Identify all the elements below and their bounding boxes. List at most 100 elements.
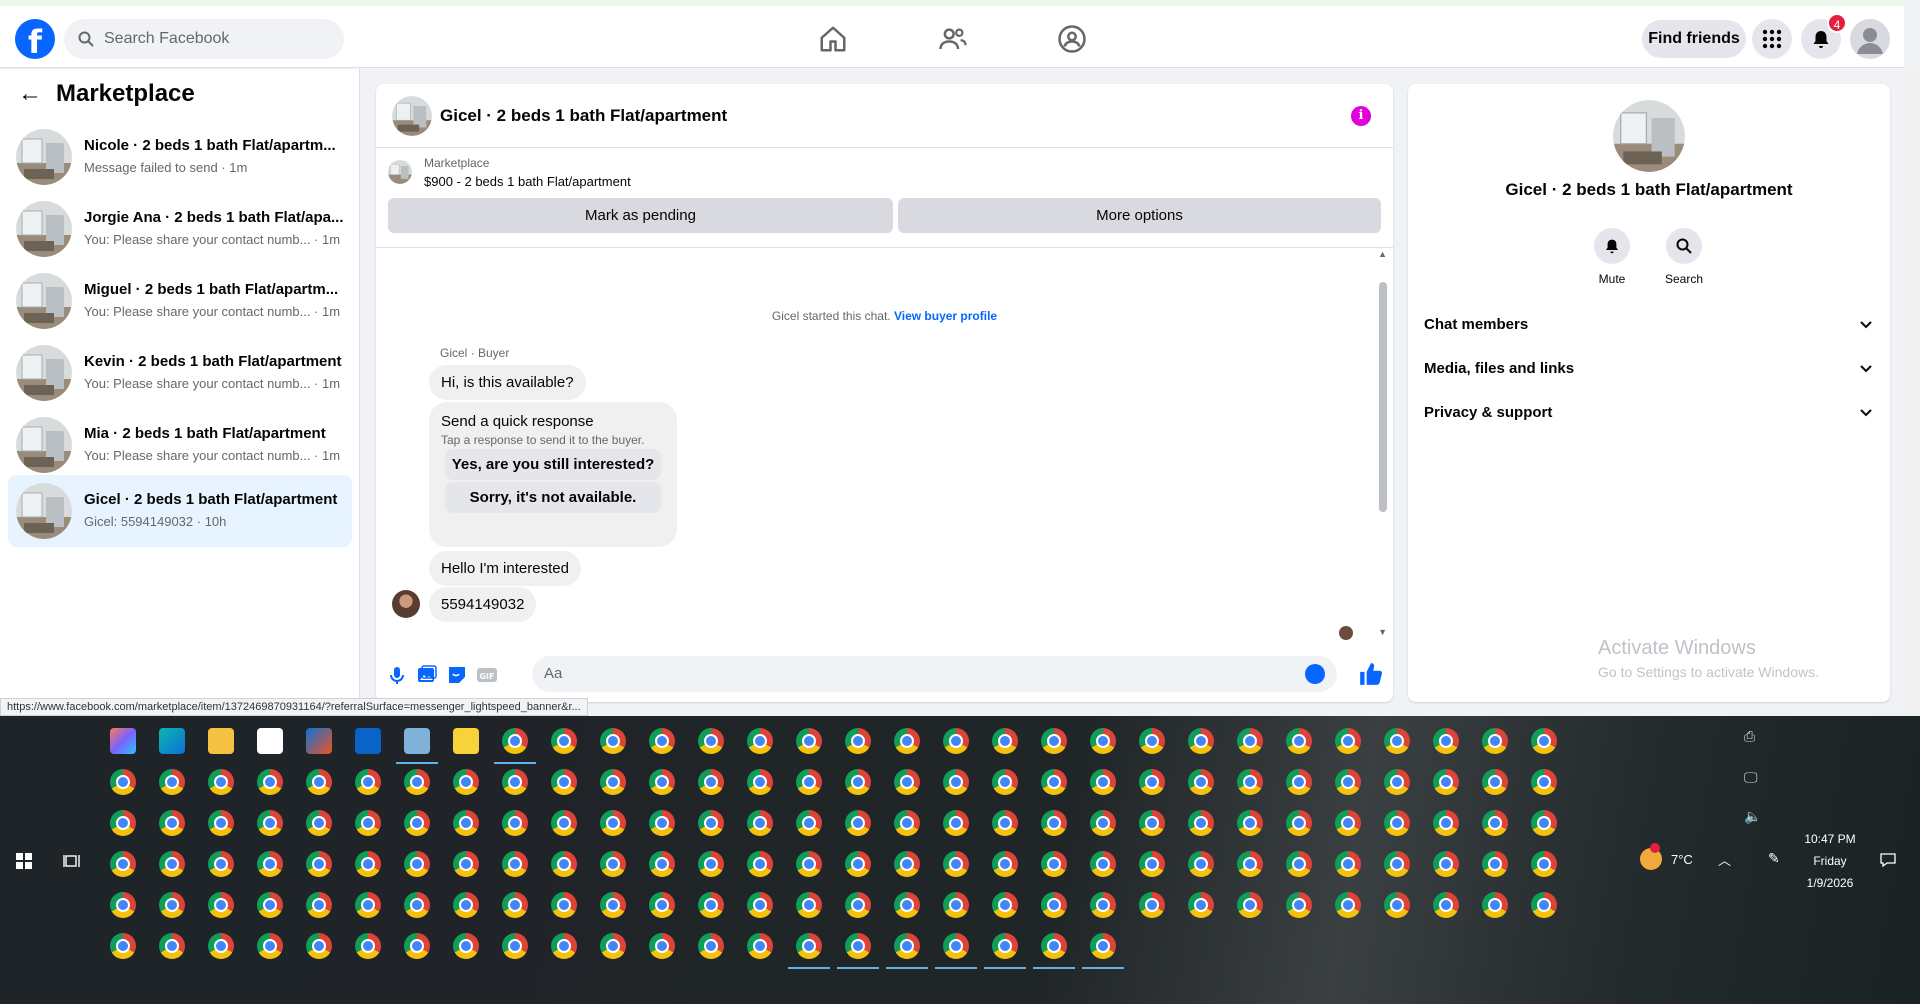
chat-members-section[interactable]: Chat members	[1424, 316, 1874, 340]
thumbs-up-icon[interactable]	[1358, 661, 1384, 687]
chrome-window-icon[interactable]	[747, 933, 773, 959]
chat-title[interactable]: Gicel · 2 beds 1 bath Flat/apartment	[440, 106, 727, 126]
chrome-window-icon[interactable]	[1237, 810, 1263, 836]
chrome-window-icon[interactable]	[257, 769, 283, 795]
chrome-window-icon[interactable]	[404, 892, 430, 918]
chrome-window-icon[interactable]	[159, 810, 185, 836]
chrome-window-icon[interactable]	[453, 933, 479, 959]
chrome-window-icon[interactable]	[306, 769, 332, 795]
message-input[interactable]: Aa	[532, 656, 1337, 692]
chrome-window-icon[interactable]	[1139, 810, 1165, 836]
chrome-window-icon[interactable]	[600, 810, 626, 836]
chrome-window-icon[interactable]	[1531, 728, 1557, 754]
account-avatar[interactable]	[1850, 19, 1890, 59]
chrome-window-icon[interactable]	[747, 810, 773, 836]
chrome-window-icon[interactable]	[1090, 851, 1116, 877]
chrome-window-icon[interactable]	[355, 810, 381, 836]
chrome-window-icon[interactable]	[1139, 892, 1165, 918]
chrome-window-icon[interactable]	[1041, 769, 1067, 795]
search-facebook-input[interactable]: Search Facebook	[64, 19, 344, 59]
chrome-window-icon[interactable]	[894, 933, 920, 959]
chrome-window-icon[interactable]	[1286, 728, 1312, 754]
chrome-window-icon[interactable]	[698, 933, 724, 959]
chrome-window-icon[interactable]	[747, 769, 773, 795]
chrome-window-icon[interactable]	[1482, 728, 1508, 754]
chrome-window-icon[interactable]	[1090, 769, 1116, 795]
weather-temperature[interactable]: 7°C	[1671, 852, 1693, 867]
chrome-window-icon[interactable]	[1237, 851, 1263, 877]
chrome-window-icon[interactable]	[1237, 892, 1263, 918]
chrome-window-icon[interactable]	[1433, 851, 1459, 877]
chrome-window-icon[interactable]	[1139, 851, 1165, 877]
chrome-window-icon[interactable]	[1384, 851, 1410, 877]
chrome-window-icon[interactable]	[257, 851, 283, 877]
chrome-window-icon[interactable]	[1237, 728, 1263, 754]
conversation-item[interactable]: Mia · 2 beds 1 bath Flat/apartment You: …	[8, 409, 352, 481]
chrome-window-icon[interactable]	[453, 892, 479, 918]
chrome-window-icon[interactable]	[551, 851, 577, 877]
edge-icon[interactable]	[159, 728, 185, 754]
chrome-window-icon[interactable]	[796, 769, 822, 795]
chrome-window-icon[interactable]	[1482, 892, 1508, 918]
chrome-window-icon[interactable]	[1384, 892, 1410, 918]
chrome-window-icon[interactable]	[845, 810, 871, 836]
chrome-window-icon[interactable]	[796, 728, 822, 754]
chrome-window-icon[interactable]	[404, 810, 430, 836]
chrome-window-icon[interactable]	[1041, 851, 1067, 877]
copilot-icon[interactable]	[110, 728, 136, 754]
chrome-window-icon[interactable]	[355, 933, 381, 959]
chrome-window-icon[interactable]	[110, 810, 136, 836]
chrome-window-icon[interactable]	[1090, 728, 1116, 754]
chrome-window-icon[interactable]	[551, 728, 577, 754]
info-icon[interactable]: i	[1351, 106, 1371, 126]
chrome-window-icon[interactable]	[1188, 728, 1214, 754]
buyer-avatar[interactable]	[392, 590, 420, 618]
chrome-window-icon[interactable]	[894, 769, 920, 795]
paint-icon[interactable]	[404, 728, 430, 754]
chrome-window-icon[interactable]	[845, 933, 871, 959]
notification-center-icon[interactable]	[1879, 851, 1897, 869]
chrome-window-icon[interactable]	[698, 851, 724, 877]
chrome-window-icon[interactable]	[1237, 769, 1263, 795]
chrome-window-icon[interactable]	[1286, 892, 1312, 918]
chrome-window-icon[interactable]	[600, 933, 626, 959]
chrome-window-icon[interactable]	[1384, 728, 1410, 754]
chrome-window-icon[interactable]	[551, 810, 577, 836]
chrome-window-icon[interactable]	[1090, 810, 1116, 836]
menu-grid-button[interactable]	[1752, 19, 1792, 59]
chrome-window-icon[interactable]	[159, 851, 185, 877]
chrome-window-icon[interactable]	[306, 810, 332, 836]
chrome-window-icon[interactable]	[992, 933, 1018, 959]
chrome-window-icon[interactable]	[747, 728, 773, 754]
chrome-window-icon[interactable]	[1433, 892, 1459, 918]
chrome-window-icon[interactable]	[943, 851, 969, 877]
chrome-window-icon[interactable]	[1335, 769, 1361, 795]
chrome-window-icon[interactable]	[1335, 728, 1361, 754]
chrome-window-icon[interactable]	[1335, 892, 1361, 918]
chrome-window-icon[interactable]	[649, 728, 675, 754]
chrome-window-icon[interactable]	[1433, 810, 1459, 836]
chrome-window-icon[interactable]	[992, 728, 1018, 754]
groups-icon[interactable]	[1057, 24, 1087, 54]
chrome-window-icon[interactable]	[796, 933, 822, 959]
chrome-window-icon[interactable]	[208, 892, 234, 918]
chrome-window-icon[interactable]	[1433, 769, 1459, 795]
chrome-window-icon[interactable]	[796, 892, 822, 918]
chrome-window-icon[interactable]	[110, 892, 136, 918]
quick-response-button[interactable]: Sorry, it's not available.	[445, 482, 661, 513]
meet-now-icon[interactable]: ⎙	[1744, 728, 1755, 745]
chrome-window-icon[interactable]	[1531, 810, 1557, 836]
chrome-window-icon[interactable]	[992, 892, 1018, 918]
chrome-window-icon[interactable]	[110, 933, 136, 959]
chrome-window-icon[interactable]	[208, 769, 234, 795]
chrome-window-icon[interactable]	[1433, 728, 1459, 754]
file-explorer-icon[interactable]	[208, 728, 234, 754]
more-options-button[interactable]: More options	[898, 198, 1381, 233]
chrome-window-icon[interactable]	[306, 851, 332, 877]
chrome-window-icon[interactable]	[1041, 933, 1067, 959]
conversation-item[interactable]: Kevin · 2 beds 1 bath Flat/apartment You…	[8, 337, 352, 409]
chrome-window-icon[interactable]	[1531, 769, 1557, 795]
windows-start-icon[interactable]	[16, 853, 32, 869]
chrome-window-icon[interactable]	[649, 892, 675, 918]
photo-icon[interactable]	[416, 664, 438, 686]
